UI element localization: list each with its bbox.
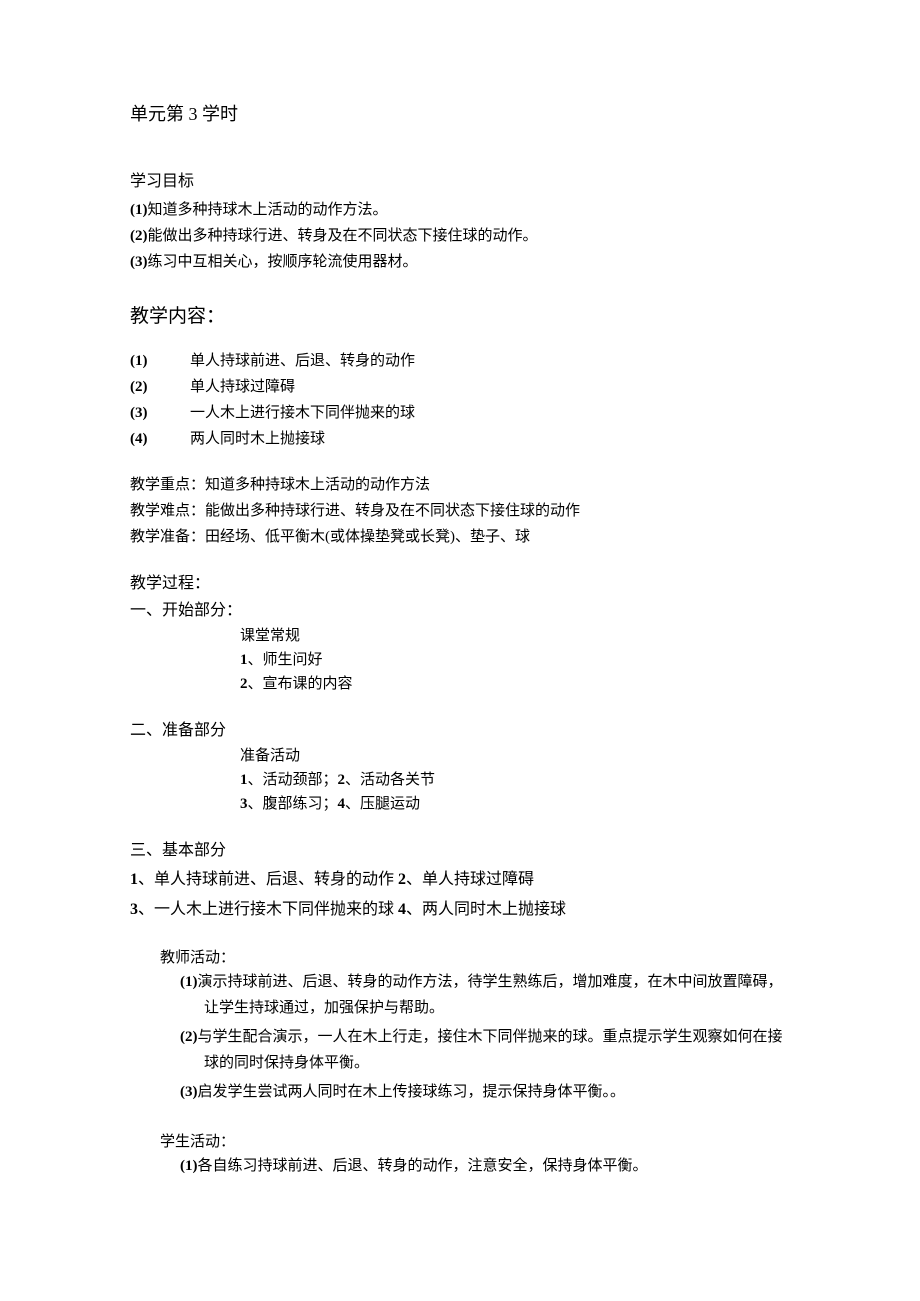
- content-text: 单人持球过障碍: [190, 379, 295, 395]
- part3-line: 1、单人持球前进、后退、转身的动作 2、单人持球过障碍: [130, 867, 790, 893]
- teacher-text: 与学生配合演示，一人在木上行走，接住木下同伴抛来的球。重点提示学生观察如何在接球…: [198, 1029, 783, 1071]
- content-text: 单人持球前进、后退、转身的动作: [190, 353, 415, 369]
- prep-label: 教学准备：: [130, 529, 205, 545]
- line-marker: 1: [130, 871, 138, 888]
- part2-line: 1、活动颈部；2、活动各关节: [240, 768, 790, 792]
- item-text: 、宣布课的内容: [248, 676, 353, 692]
- difficulty-label: 教学难点：: [130, 503, 205, 519]
- content-marker: (1): [130, 349, 160, 373]
- part2-heading: 二、准备部分: [130, 718, 790, 744]
- line-marker: 3: [130, 901, 138, 918]
- content-item: (2) 单人持球过障碍: [130, 375, 790, 399]
- line-text: 、单人持球前进、后退、转身的动作: [138, 871, 398, 888]
- goals-heading: 学习目标: [130, 169, 790, 195]
- part3-line: 3、一人木上进行接木下同伴抛来的球 4、两人同时木上抛接球: [130, 897, 790, 923]
- student-item: (1)各自练习持球前进、后退、转身的动作，注意安全，保持身体平衡。: [180, 1154, 790, 1178]
- teacher-item: (2)与学生配合演示，一人在木上行走，接住木下同伴抛来的球。重点提示学生观察如何…: [180, 1025, 790, 1076]
- part1-item: 2、宣布课的内容: [240, 672, 790, 696]
- content-list: (1) 单人持球前进、后退、转身的动作 (2) 单人持球过障碍 (3) 一人木上进行接…: [130, 349, 790, 451]
- content-item: (4) 两人同时木上抛接球: [130, 427, 790, 451]
- teacher-heading: 教师活动：: [160, 946, 790, 970]
- teacher-text: 演示持球前进、后退、转身的动作方法，待学生熟练后，增加难度，在木中间放置障碍，让…: [198, 974, 783, 1016]
- goal-text: 能做出多种持球行进、转身及在不同状态下接住球的动作。: [148, 228, 538, 244]
- prep-text: 田经场、低平衡木(或体操垫凳或长凳)、垫子、球: [205, 529, 530, 545]
- content-item: (1) 单人持球前进、后退、转身的动作: [130, 349, 790, 373]
- goal-text: 练习中互相关心，按顺序轮流使用器材。: [148, 254, 418, 270]
- content-marker: (2): [130, 375, 160, 399]
- goal-text: 知道多种持球木上活动的动作方法。: [148, 202, 388, 218]
- student-heading: 学生活动：: [160, 1130, 790, 1154]
- goal-item: (1)知道多种持球木上活动的动作方法。: [130, 198, 790, 222]
- difficulty-text: 能做出多种持球行进、转身及在不同状态下接住球的动作: [205, 503, 580, 519]
- part1-heading: 一、开始部分：: [130, 598, 790, 624]
- teacher-text: 启发学生尝试两人同时在木上传接球练习，提示保持身体平衡。。: [198, 1084, 626, 1100]
- content-item: (3) 一人木上进行接木下同伴抛来的球: [130, 401, 790, 425]
- goal-item: (2)能做出多种持球行进、转身及在不同状态下接住球的动作。: [130, 224, 790, 248]
- focus-line: 教学重点：知道多种持球木上活动的动作方法: [130, 473, 790, 497]
- teacher-marker: (2): [180, 1029, 198, 1045]
- item-marker: 2: [240, 676, 248, 692]
- content-heading: 教学内容：: [130, 302, 790, 332]
- difficulty-line: 教学难点：能做出多种持球行进、转身及在不同状态下接住球的动作: [130, 499, 790, 523]
- line-marker: 2: [338, 772, 346, 788]
- content-marker: (3): [130, 401, 160, 425]
- line-text: 、活动颈部；: [248, 772, 338, 788]
- line-marker: 4: [338, 796, 346, 812]
- part3-heading: 三、基本部分: [130, 838, 790, 864]
- teacher-item: (1)演示持球前进、后退、转身的动作方法，待学生熟练后，增加难度，在木中间放置障…: [180, 970, 790, 1021]
- focus-label: 教学重点：: [130, 477, 205, 493]
- line-marker: 1: [240, 772, 248, 788]
- prep-line: 教学准备：田经场、低平衡木(或体操垫凳或长凳)、垫子、球: [130, 525, 790, 549]
- teacher-marker: (1): [180, 974, 198, 990]
- line-text: 、两人同时木上抛接球: [406, 901, 566, 918]
- emphasis-block: 教学重点：知道多种持球木上活动的动作方法 教学难点：能做出多种持球行进、转身及在…: [130, 473, 790, 549]
- goal-marker: (2): [130, 228, 148, 244]
- line-marker: 4: [398, 901, 406, 918]
- content-text: 两人同时木上抛接球: [190, 431, 325, 447]
- page-title: 单元第 3 学时: [130, 100, 790, 129]
- line-text: 、一人木上进行接木下同伴抛来的球: [138, 901, 398, 918]
- item-text: 、师生问好: [248, 652, 323, 668]
- line-text: 、单人持球过障碍: [406, 871, 534, 888]
- part1-item: 1、师生问好: [240, 648, 790, 672]
- process-heading: 教学过程：: [130, 571, 790, 597]
- teacher-marker: (3): [180, 1084, 198, 1100]
- goal-marker: (1): [130, 202, 148, 218]
- item-marker: 1: [240, 652, 248, 668]
- part2-sub: 准备活动: [240, 744, 790, 768]
- line-text: 、压腿运动: [345, 796, 420, 812]
- goal-item: (3)练习中互相关心，按顺序轮流使用器材。: [130, 250, 790, 274]
- line-text: 、活动各关节: [345, 772, 435, 788]
- student-marker: (1): [180, 1158, 198, 1174]
- line-marker: 2: [398, 871, 406, 888]
- focus-text: 知道多种持球木上活动的动作方法: [205, 477, 430, 493]
- content-marker: (4): [130, 427, 160, 451]
- line-text: 、腹部练习；: [248, 796, 338, 812]
- content-text: 一人木上进行接木下同伴抛来的球: [190, 405, 415, 421]
- part2-line: 3、腹部练习；4、压腿运动: [240, 792, 790, 816]
- line-marker: 3: [240, 796, 248, 812]
- teacher-item: (3)启发学生尝试两人同时在木上传接球练习，提示保持身体平衡。。: [180, 1080, 790, 1106]
- goal-marker: (3): [130, 254, 148, 270]
- part1-sub: 课堂常规: [240, 624, 790, 648]
- student-text: 各自练习持球前进、后退、转身的动作，注意安全，保持身体平衡。: [198, 1158, 648, 1174]
